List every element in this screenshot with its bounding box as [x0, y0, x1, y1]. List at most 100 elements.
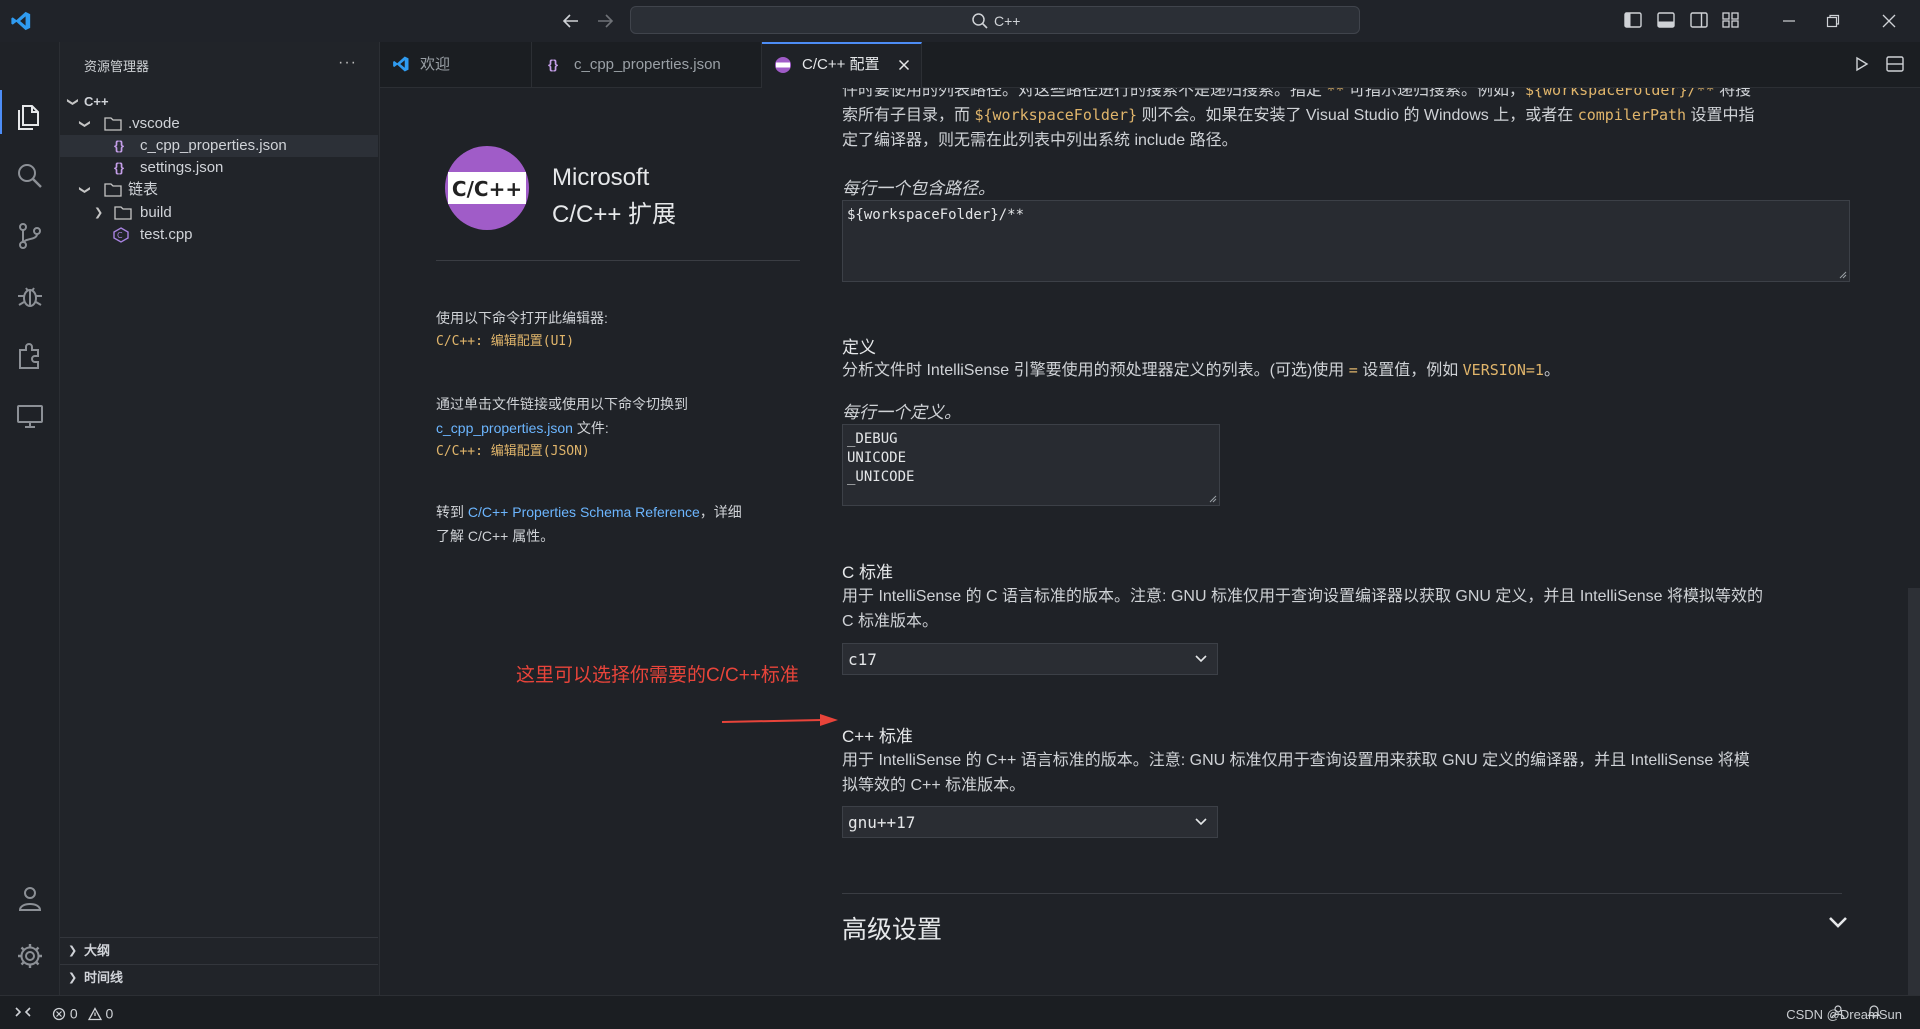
chevron-right-icon: ❯ — [68, 945, 78, 957]
customize-layout-icon[interactable] — [1722, 12, 1740, 28]
open-command-json[interactable]: C/C++: 编辑配置(JSON) — [436, 440, 800, 464]
chevron-down-icon: ❯ — [78, 185, 91, 195]
explorer-icon[interactable] — [14, 100, 46, 132]
defines-textarea[interactable]: _DEBUG UNICODE _UNICODE — [842, 424, 1220, 506]
remote-explorer-icon[interactable] — [14, 400, 46, 432]
tab-cpp-config[interactable]: C/C++ 配置 — [762, 42, 922, 88]
run-debug-icon[interactable] — [14, 280, 46, 312]
title-bar: C++ — [0, 0, 1920, 42]
extension-info-pane: C/C++ Microsoft C/C++ 扩展 使用以下命令打开此编辑器: C… — [436, 88, 838, 995]
source-control-icon[interactable] — [14, 220, 46, 252]
desc-text: 件时要使用的列表路径。对这些路径进行的搜索不是递归搜索。指定 — [842, 88, 1327, 99]
tree-folder-vscode[interactable]: ❯ .vscode — [60, 113, 378, 135]
minimize-icon[interactable] — [1780, 12, 1798, 30]
c-standard-value: c17 — [848, 650, 877, 669]
open-command-block: 使用以下命令打开此编辑器: C/C++: 编辑配置(UI) — [436, 306, 800, 354]
outline-section[interactable]: ❯ 大纲 — [60, 937, 378, 964]
switch-command-block: 通过单击文件链接或使用以下命令切换到 c_cpp_properties.json… — [436, 392, 800, 464]
status-bar: 0 0 CSDN @DreamSun — [0, 995, 1920, 1029]
toggle-panel-icon[interactable] — [1657, 12, 1675, 28]
desc-text: 定了编译器，则无需在此列表中列出系统 include 路径。 — [842, 132, 1238, 149]
close-window-icon[interactable] — [1880, 12, 1898, 30]
switch-text-suffix: 文件: — [572, 420, 609, 436]
resize-grip-icon[interactable] — [1839, 271, 1847, 279]
divider — [842, 893, 1842, 894]
include-path-textarea[interactable]: ${workspaceFolder}/** — [842, 200, 1850, 282]
c-standard-description: 用于 IntelliSense 的 C 语言标准的版本。注意: GNU 标准仅用… — [842, 584, 1862, 634]
desc-code: = — [1348, 361, 1358, 379]
settings-pane: 件时要使用的列表路径。对这些路径进行的搜索不是递归搜索。指定 ** 可指示递归搜… — [842, 88, 1872, 995]
include-path-description: 件时要使用的列表路径。对这些路径进行的搜索不是递归搜索。指定 ** 可指示递归搜… — [842, 88, 1862, 153]
more-actions-icon[interactable]: ··· — [338, 54, 357, 72]
command-center-text: C++ — [994, 13, 1021, 29]
cpp-standard-title: C++ 标准 — [842, 727, 913, 746]
tree-label: settings.json — [140, 159, 224, 176]
c-cpp-properties-link[interactable]: c_cpp_properties.json — [436, 420, 573, 436]
toggle-secondary-sidebar-icon[interactable] — [1690, 12, 1708, 28]
chevron-down-icon[interactable] — [1828, 916, 1848, 928]
tree-file-test-cpp[interactable]: C test.cpp — [60, 224, 378, 246]
run-icon[interactable] — [1854, 56, 1870, 72]
schema-reference-link[interactable]: C/C++ Properties Schema Reference — [468, 504, 700, 520]
warning-count: 0 — [105, 1005, 114, 1022]
tab-welcome[interactable]: 欢迎 — [380, 42, 532, 88]
remote-indicator-icon[interactable] — [14, 1004, 32, 1020]
open-command-ui[interactable]: C/C++: 编辑配置(UI) — [436, 330, 800, 354]
toggle-primary-sidebar-icon[interactable] — [1624, 12, 1642, 28]
tab-c-cpp-properties[interactable]: {} c_cpp_properties.json — [532, 42, 762, 88]
manage-gear-icon[interactable] — [14, 940, 46, 972]
json-file-icon: {} — [548, 57, 559, 72]
problems-indicator[interactable]: 0 0 — [52, 1004, 113, 1021]
desc-text: 拟等效的 C++ 标准版本。 — [842, 777, 1026, 794]
c-standard-select[interactable]: c17 — [842, 643, 1218, 675]
tree-file-settings[interactable]: {} settings.json — [60, 157, 378, 179]
chevron-down-icon: ❯ — [78, 119, 91, 129]
tree-folder-linked-list[interactable]: ❯ 链表 — [60, 179, 378, 201]
desc-text: 分析文件时 IntelliSense 引擎要使用的预处理器定义的列表。(可选)使… — [842, 362, 1349, 379]
outline-label: 大纲 — [84, 943, 111, 958]
warning-icon — [87, 1005, 102, 1021]
extensions-icon[interactable] — [14, 340, 46, 372]
accounts-icon[interactable] — [14, 882, 46, 914]
vscode-logo-icon[interactable] — [10, 10, 32, 32]
tree-folder-root[interactable]: ❯ C++ — [60, 91, 378, 113]
tree-label: test.cpp — [140, 226, 193, 243]
cpp-standard-value: gnu++17 — [848, 813, 916, 832]
tree-folder-build[interactable]: ❯ build — [60, 202, 378, 224]
advanced-settings-title[interactable]: 高级设置 — [842, 910, 942, 946]
include-path-hint: 每行一个包含路径。 — [842, 179, 995, 198]
cpp-extension-icon — [774, 56, 792, 74]
tree-label: c_cpp_properties.json — [140, 137, 287, 154]
search-view-icon[interactable] — [14, 160, 46, 192]
cpp-standard-select[interactable]: gnu++17 — [842, 806, 1218, 838]
desc-text: C 标准版本。 — [842, 613, 939, 630]
chevron-down-icon — [1195, 818, 1207, 826]
tree-file-c-cpp-properties[interactable]: {} c_cpp_properties.json — [60, 135, 378, 157]
timeline-section[interactable]: ❯ 时间线 — [60, 964, 378, 991]
close-tab-icon[interactable] — [898, 59, 910, 71]
resize-grip-icon[interactable] — [1209, 495, 1217, 503]
divider — [436, 260, 800, 261]
desc-code: ** — [1326, 88, 1345, 99]
explorer-sidebar: 资源管理器 ··· ❯ C++ ❯ .vscode {} c_cpp_prope… — [60, 42, 380, 995]
desc-text: 索所有子目录，而 — [842, 107, 975, 124]
forward-arrow-icon[interactable] — [594, 11, 616, 31]
desc-text: 设置值，例如 — [1357, 362, 1463, 379]
folder-icon — [104, 117, 122, 131]
split-editor-icon[interactable] — [1886, 56, 1904, 72]
extension-publisher: Microsoft — [552, 164, 650, 191]
back-arrow-icon[interactable] — [560, 11, 582, 31]
defines-hint: 每行一个定义。 — [842, 403, 961, 422]
cpp-standard-description: 用于 IntelliSense 的 C++ 语言标准的版本。注意: GNU 标准… — [842, 748, 1862, 798]
desc-code: VERSION=1 — [1462, 361, 1544, 379]
restore-icon[interactable] — [1824, 12, 1842, 30]
watermark: CSDN @DreamSun — [1786, 1007, 1902, 1022]
tab-label: 欢迎 — [420, 56, 451, 73]
desc-text: 设置中指 — [1686, 107, 1755, 124]
json-file-icon: {} — [114, 138, 125, 153]
json-file-icon: {} — [114, 160, 125, 175]
search-icon — [971, 12, 989, 30]
command-center-search[interactable]: C++ — [630, 6, 1360, 34]
explorer-title: 资源管理器 — [84, 59, 150, 74]
editor-scrollbar[interactable] — [1908, 588, 1920, 995]
